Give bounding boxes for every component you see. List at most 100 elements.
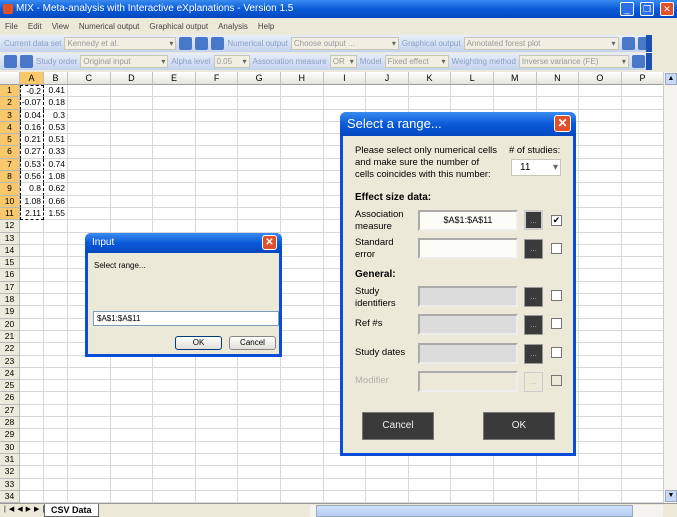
cell-h6[interactable] (280, 146, 324, 159)
cell-e10[interactable] (153, 195, 196, 208)
toolbar-grip[interactable] (646, 35, 652, 52)
cell-a16[interactable] (20, 269, 44, 282)
cell-g12[interactable] (238, 220, 281, 233)
cell-o30[interactable] (579, 441, 622, 454)
cell-d32[interactable] (110, 466, 154, 479)
cell-b33[interactable] (44, 478, 68, 491)
cell-a25[interactable] (20, 380, 44, 393)
column-header-i[interactable]: I (323, 72, 367, 85)
dates-input[interactable] (418, 343, 518, 364)
cell-h33[interactable] (280, 478, 324, 491)
cell-b8[interactable]: 1.08 (44, 171, 68, 184)
cell-a18[interactable] (20, 294, 44, 307)
cell-a14[interactable] (20, 244, 44, 258)
cell-i33[interactable] (323, 478, 367, 491)
cell-d5[interactable] (110, 134, 154, 147)
cell-h26[interactable] (280, 392, 324, 405)
refs-browse-button[interactable]: ... (524, 315, 543, 335)
cell-b30[interactable] (44, 441, 68, 454)
cell-h21[interactable] (280, 330, 324, 344)
se-checkbox[interactable] (551, 243, 562, 254)
cell-j32[interactable] (366, 466, 409, 479)
cell-f11[interactable] (195, 207, 239, 221)
cell-o24[interactable] (579, 367, 622, 381)
cell-p34[interactable] (621, 490, 665, 504)
row-header[interactable]: 31 (0, 453, 20, 467)
cell-p32[interactable] (621, 466, 665, 479)
cell-g32[interactable] (238, 466, 281, 479)
cell-p21[interactable] (621, 330, 665, 344)
cell-b16[interactable] (44, 269, 68, 282)
cell-a8[interactable]: 0.56 (20, 171, 44, 184)
cell-f3[interactable] (195, 109, 239, 122)
cell-o15[interactable] (579, 257, 622, 270)
cell-e7[interactable] (153, 158, 196, 172)
cell-c11[interactable] (68, 207, 111, 221)
cell-g8[interactable] (238, 171, 281, 184)
cell-p16[interactable] (621, 269, 665, 282)
cell-e30[interactable] (153, 441, 196, 454)
cell-a2[interactable]: -0.07 (20, 97, 44, 110)
cell-g5[interactable] (238, 134, 281, 147)
association-range-input[interactable]: $A$1:$A$11 (418, 210, 518, 231)
scroll-up-icon[interactable]: ▲ (665, 73, 677, 85)
cell-e1[interactable] (153, 85, 196, 98)
cell-a23[interactable] (20, 355, 44, 368)
cell-h20[interactable] (280, 318, 324, 331)
column-header-o[interactable]: O (579, 72, 622, 85)
cell-a29[interactable] (20, 429, 44, 442)
cell-h15[interactable] (280, 257, 324, 270)
cell-j34[interactable] (366, 490, 409, 504)
row-header[interactable]: 21 (0, 330, 20, 344)
cell-b13[interactable] (44, 232, 68, 245)
cell-c26[interactable] (68, 392, 111, 405)
column-header-a[interactable]: A (20, 72, 44, 85)
cell-p5[interactable] (621, 134, 665, 147)
toolbar-grip[interactable] (646, 53, 652, 70)
cell-h3[interactable] (280, 109, 324, 122)
cell-p4[interactable] (621, 121, 665, 135)
column-header-l[interactable]: L (451, 72, 494, 85)
ok-button[interactable]: OK (483, 412, 555, 440)
cell-o19[interactable] (579, 306, 622, 319)
cell-d2[interactable] (110, 97, 154, 110)
cell-f32[interactable] (195, 466, 239, 479)
cell-b15[interactable] (44, 257, 68, 270)
cell-d25[interactable] (110, 380, 154, 393)
close-icon[interactable]: ✕ (262, 235, 277, 250)
cell-d33[interactable] (110, 478, 154, 491)
cell-f33[interactable] (195, 478, 239, 491)
cell-h25[interactable] (280, 380, 324, 393)
cell-p7[interactable] (621, 158, 665, 172)
study-ids-browse-button[interactable]: ... (524, 287, 543, 307)
column-header-e[interactable]: E (153, 72, 196, 85)
cell-f4[interactable] (195, 121, 239, 135)
cell-p22[interactable] (621, 343, 665, 356)
cell-b18[interactable] (44, 294, 68, 307)
cell-b23[interactable] (44, 355, 68, 368)
cell-p19[interactable] (621, 306, 665, 319)
row-header[interactable]: 32 (0, 466, 20, 479)
cell-c30[interactable] (68, 441, 111, 454)
cell-h30[interactable] (280, 441, 324, 454)
cell-o3[interactable] (579, 109, 622, 122)
cell-a24[interactable] (20, 367, 44, 381)
row-header[interactable]: 19 (0, 306, 20, 319)
close-button[interactable]: ✕ (660, 2, 674, 16)
cell-d23[interactable] (110, 355, 154, 368)
cell-o6[interactable] (579, 146, 622, 159)
cell-p33[interactable] (621, 478, 665, 491)
cell-p23[interactable] (621, 355, 665, 368)
cell-h7[interactable] (280, 158, 324, 172)
cell-d30[interactable] (110, 441, 154, 454)
cell-b27[interactable] (44, 404, 68, 418)
cell-o8[interactable] (579, 171, 622, 184)
cell-d29[interactable] (110, 429, 154, 442)
cell-c34[interactable] (68, 490, 111, 504)
cell-p31[interactable] (621, 453, 665, 467)
row-header[interactable]: 34 (0, 490, 20, 504)
cell-c7[interactable] (68, 158, 111, 172)
cell-c3[interactable] (68, 109, 111, 122)
cell-a9[interactable]: 0.8 (20, 183, 44, 196)
cell-a17[interactable] (20, 281, 44, 295)
